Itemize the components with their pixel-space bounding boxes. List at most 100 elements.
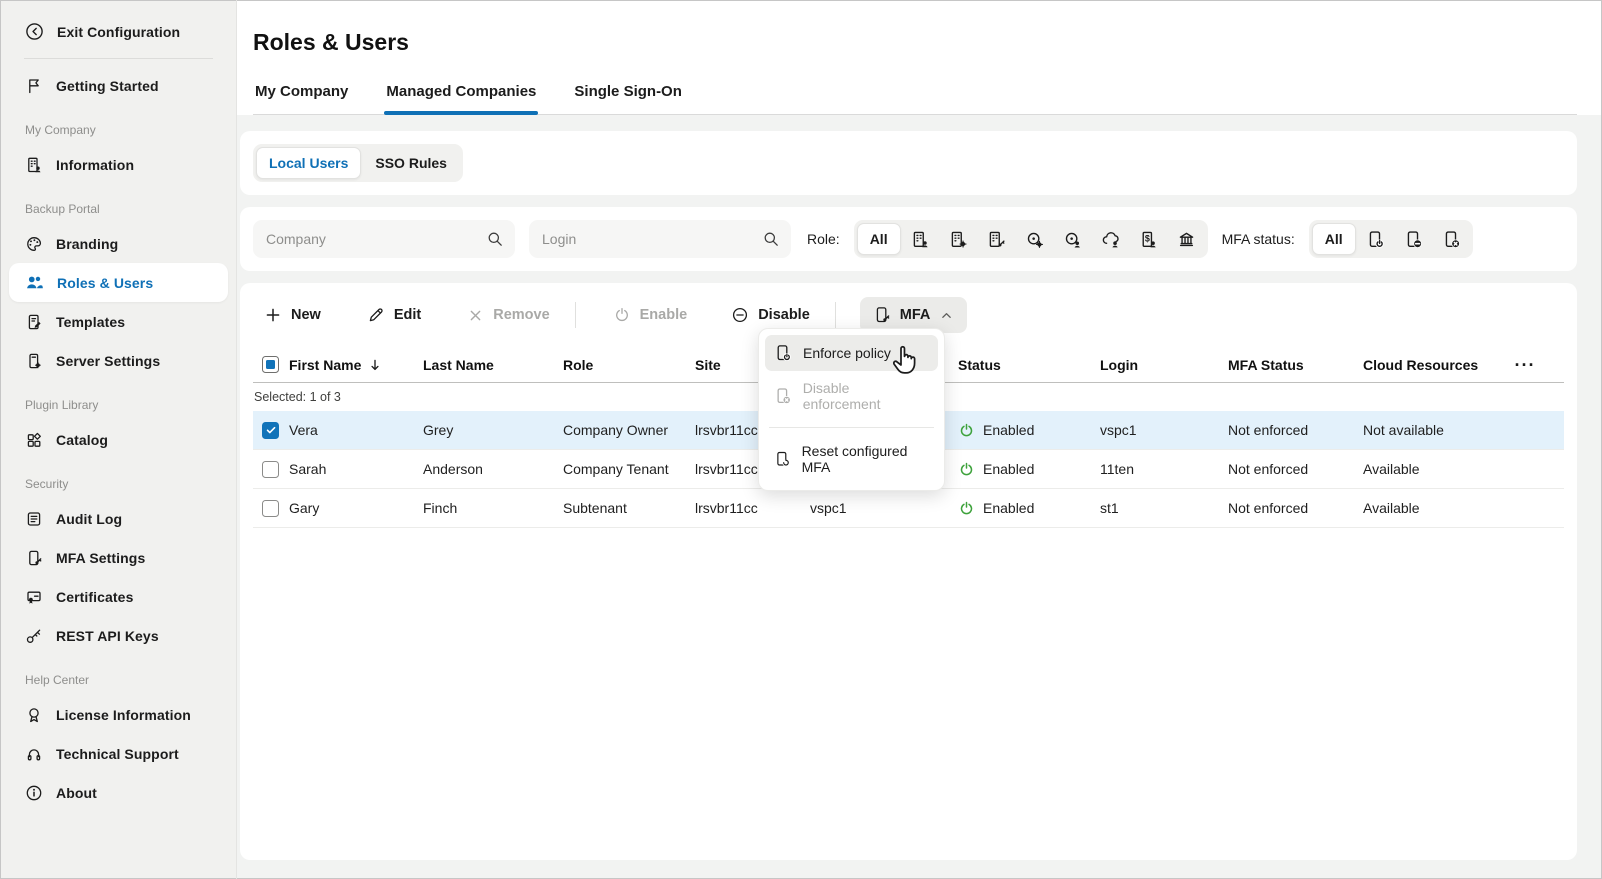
sidebar-section-backup-portal: Backup Portal [0,184,237,224]
key-icon [25,627,43,645]
sidebar-item-catalog[interactable]: Catalog [0,420,237,459]
sidebar-item-certificates[interactable]: Certificates [0,577,237,616]
info-circle-icon [25,784,43,802]
login-search-input[interactable] [529,220,791,258]
sidebar-section-plugin-library: Plugin Library [0,380,237,420]
role-filter-cloud-user[interactable] [1092,223,1129,255]
sidebar-item-templates[interactable]: Templates [0,302,237,341]
disable-button[interactable]: Disable [720,298,821,332]
sidebar-section-my-company: My Company [0,105,237,145]
role-filter-bank[interactable] [1168,223,1205,255]
sidebar-item-label: Server Settings [56,353,160,369]
cell-first-name: Gary [289,500,423,516]
tab-managed-companies[interactable]: Managed Companies [384,83,538,114]
row-checkbox[interactable] [262,461,279,478]
sidebar-item-getting-started[interactable]: Getting Started [0,66,237,105]
column-header-role[interactable]: Role [563,357,695,373]
toggle-sso-rules[interactable]: SSO Rules [362,147,460,179]
disable-button-label: Disable [758,307,810,323]
sidebar-item-license-information[interactable]: License Information [0,695,237,734]
column-header-first-name[interactable]: First Name [289,357,423,373]
svg-text:$: $ [1144,233,1149,243]
company-search [253,220,515,258]
toggle-local-users[interactable]: Local Users [256,147,361,179]
row-checkbox[interactable] [262,500,279,517]
column-header-status[interactable]: Status [958,357,1100,373]
enable-button-label: Enable [640,307,688,323]
mfa-filter-all[interactable]: All [1312,223,1356,255]
new-button[interactable]: New [253,298,332,332]
tab-single-sign-on[interactable]: Single Sign-On [572,83,684,114]
cell-first-name: Vera [289,422,423,438]
cell-mfa-status: Not enforced [1228,500,1363,516]
column-header-last-name[interactable]: Last Name [423,357,563,373]
role-filter-company-administrator[interactable] [940,223,977,255]
toolbar-divider [575,302,576,328]
column-header-login[interactable]: Login [1100,357,1228,373]
catalog-grid-icon [25,431,43,449]
certificate-icon [25,588,43,606]
company-search-input[interactable] [253,220,515,258]
cell-login: st1 [1100,500,1228,516]
phone-key-icon [25,549,43,567]
sidebar-item-about[interactable]: About [0,773,237,812]
toolbar-divider [835,302,836,328]
column-header-mfa-status[interactable]: MFA Status [1228,357,1363,373]
exit-configuration-button[interactable]: Exit Configuration [0,12,237,51]
palette-icon [25,235,43,253]
sidebar-item-label: Branding [56,236,118,252]
role-filter-billing[interactable]: $ [1130,223,1167,255]
cell-status: Enabled [958,422,1100,439]
phone-key-icon [873,306,891,324]
sidebar-item-label: License Information [56,707,191,723]
main-area: Roles & Users My Company Managed Compani… [237,1,1601,878]
menu-item-reset-configured-mfa[interactable]: Reset configured MFA [765,434,938,484]
sidebar-section-security: Security [0,459,237,499]
sidebar-item-rest-api-keys[interactable]: REST API Keys [0,616,237,655]
column-header-cloud-resources[interactable]: Cloud Resources [1363,357,1505,373]
enable-button[interactable]: Enable [602,298,699,332]
role-filter-site-administrator[interactable] [1016,223,1053,255]
sidebar-item-label: Templates [56,314,125,330]
role-filter-site-user[interactable] [1054,223,1091,255]
power-icon [613,306,631,324]
more-columns-icon[interactable]: ··· [1515,356,1536,374]
table-row[interactable]: Gary Finch Subtenant lrsvbr11cc vspc1 En… [253,489,1564,528]
cell-last-name: Finch [423,500,563,516]
menu-item-label: Disable enforcement [803,380,929,412]
sidebar-item-mfa-settings[interactable]: MFA Settings [0,538,237,577]
mfa-filter-not-configured[interactable] [1433,223,1470,255]
row-checkbox[interactable] [262,422,279,439]
sidebar-item-information[interactable]: Information [0,145,237,184]
role-filter-all[interactable]: All [857,223,901,255]
role-filter: All $ [854,220,1208,258]
tab-my-company[interactable]: My Company [253,83,350,114]
pencil-icon [367,306,385,324]
select-all-checkbox[interactable] [262,356,279,373]
role-filter-company-key[interactable] [978,223,1015,255]
status-label: Enabled [983,422,1034,438]
cell-last-name: Grey [423,422,563,438]
list-icon [25,510,43,528]
sidebar-item-audit-log[interactable]: Audit Log [0,499,237,538]
plus-icon [264,306,282,324]
sidebar-item-server-settings[interactable]: Server Settings [0,341,237,380]
sidebar-item-label: Getting Started [56,78,159,94]
site-person-icon [1063,230,1082,249]
sidebar-item-technical-support[interactable]: Technical Support [0,734,237,773]
cell-site: lrsvbr11cc [695,500,810,516]
bank-icon [1177,230,1196,249]
clipboard-pencil-icon [25,313,43,331]
edit-button[interactable]: Edit [356,298,432,332]
power-icon [958,461,975,478]
sidebar-item-roles-users[interactable]: Roles & Users [9,263,228,302]
menu-item-disable-enforcement[interactable]: Disable enforcement [765,371,938,421]
remove-button[interactable]: Remove [456,299,560,332]
sidebar-item-branding[interactable]: Branding [0,224,237,263]
sidebar-item-label: Audit Log [56,511,122,527]
mfa-filter-disabled[interactable] [1395,223,1432,255]
users-table-card: New Edit Remove Enable Disable [240,283,1577,860]
role-filter-company-owner[interactable] [902,223,939,255]
medal-icon [25,706,43,724]
mfa-filter-enforced[interactable] [1357,223,1394,255]
